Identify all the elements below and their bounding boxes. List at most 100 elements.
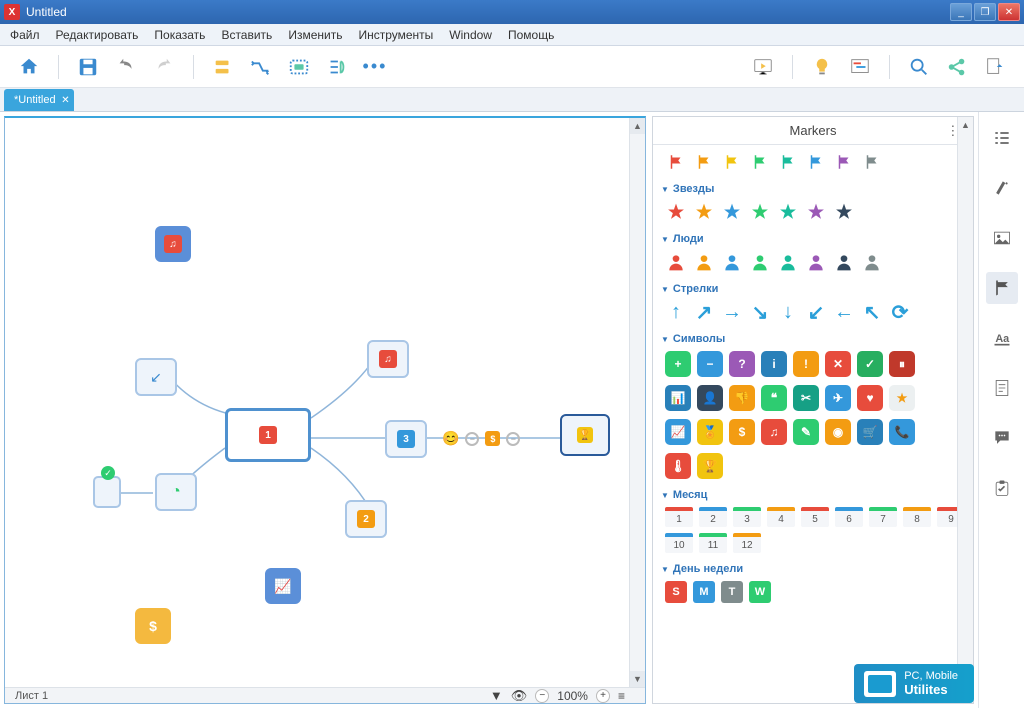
floating-dollar[interactable]: $ [135,608,171,644]
marker-item[interactable] [777,151,799,173]
marker-item[interactable] [749,151,771,173]
marker-item[interactable]: ✎ [793,419,819,445]
menu-modify[interactable]: Изменить [280,25,350,45]
floating-music[interactable]: ♫ [155,226,191,262]
filter-icon[interactable]: ▼ [490,688,503,703]
marker-item[interactable]: ✈ [825,385,851,411]
marker-item[interactable]: 👎 [729,385,755,411]
image-icon[interactable] [986,222,1018,254]
marker-item[interactable]: ◉ [825,419,851,445]
subtopic-pie[interactable]: ◔ [155,473,197,511]
group-header-stars[interactable]: Звезды [661,179,971,199]
marker-item[interactable] [833,201,855,223]
font-icon[interactable]: Aa [986,322,1018,354]
canvas-area[interactable]: 1 ↙ ♫ 3 2 ◔ ✓ [4,116,646,704]
marker-item[interactable]: ↘ [749,301,771,323]
marker-item[interactable]: ♥ [857,385,883,411]
marker-item[interactable] [721,151,743,173]
document-tab[interactable]: *Untitled ✕ [4,89,74,111]
undo-button[interactable] [109,51,143,83]
zoom-out-button[interactable]: − [535,689,549,703]
panel-scroll-up[interactable]: ▲ [958,117,973,133]
marker-item[interactable] [721,201,743,223]
zoom-in-button[interactable]: + [596,689,610,703]
marker-item[interactable]: 📊 [665,385,691,411]
boundary-button[interactable] [282,51,316,83]
topic-button[interactable] [206,51,240,83]
marker-item[interactable]: ⏸ [889,351,915,377]
marker-item[interactable]: ↓ [777,301,799,323]
marker-item[interactable] [833,251,855,273]
menu-file[interactable]: Файл [2,25,48,45]
marker-item[interactable]: 🛒 [857,419,883,445]
group-header-symbols[interactable]: Символы [661,329,971,349]
menu-window[interactable]: Window [441,25,500,45]
task-icon[interactable] [986,472,1018,504]
home-button[interactable] [12,51,46,83]
marker-item[interactable]: ↗ [693,301,715,323]
marker-item[interactable]: ⟳ [889,301,911,323]
menu-insert[interactable]: Вставить [213,25,280,45]
marker-item[interactable] [749,201,771,223]
notes-icon[interactable] [986,372,1018,404]
vertical-scrollbar[interactable]: ▲ ▼ [629,118,645,703]
marker-item[interactable] [665,251,687,273]
subtopic-3[interactable]: 3 [385,420,427,458]
central-topic[interactable]: 1 [225,408,311,462]
marker-item[interactable]: ★ [889,385,915,411]
marker-item[interactable] [833,151,855,173]
menu-edit[interactable]: Редактировать [48,25,147,45]
marker-item[interactable]: 🏆 [697,453,723,479]
month-3[interactable]: 3 [733,507,761,527]
marker-item[interactable]: ← [833,301,855,323]
month-12[interactable]: 12 [733,533,761,553]
marker-item[interactable]: − [697,351,723,377]
marker-item[interactable]: 📞 [889,419,915,445]
summary-button[interactable] [320,51,354,83]
marker-item[interactable] [693,201,715,223]
marker-item[interactable]: ? [729,351,755,377]
group-header-month[interactable]: Месяц [661,485,971,505]
gantt-button[interactable] [843,51,877,83]
marker-item[interactable] [861,251,883,273]
menu-help[interactable]: Помощь [500,25,562,45]
month-10[interactable]: 10 [665,533,693,553]
marker-item[interactable] [777,201,799,223]
marker-item[interactable]: T [721,581,743,603]
scroll-down-icon[interactable]: ▼ [630,671,645,687]
floating-chart[interactable]: 📈 [265,568,301,604]
month-7[interactable]: 7 [869,507,897,527]
month-2[interactable]: 2 [699,507,727,527]
marker-item[interactable] [777,251,799,273]
marker-item[interactable]: M [693,581,715,603]
month-6[interactable]: 6 [835,507,863,527]
marker-item[interactable]: ✓ [857,351,883,377]
marker-item[interactable]: 📈 [665,419,691,445]
month-1[interactable]: 1 [665,507,693,527]
marker-item[interactable]: ↙ [805,301,827,323]
marker-item[interactable]: ❝ [761,385,787,411]
scroll-up-icon[interactable]: ▲ [630,118,645,134]
redo-button[interactable] [147,51,181,83]
idea-button[interactable] [805,51,839,83]
minimize-button[interactable]: _ [950,3,972,21]
month-8[interactable]: 8 [903,507,931,527]
marker-item[interactable] [805,151,827,173]
marker-item[interactable]: ✕ [825,351,851,377]
marker-item[interactable] [665,201,687,223]
tab-close-icon[interactable]: ✕ [61,95,69,106]
panel-scrollbar[interactable]: ▲ ▼ [957,117,973,703]
comments-icon[interactable] [986,422,1018,454]
marker-item[interactable]: ✂ [793,385,819,411]
close-button[interactable]: ✕ [998,3,1020,21]
group-header-arrows[interactable]: Стрелки [661,279,971,299]
relationship-button[interactable] [244,51,278,83]
marker-item[interactable]: ♫ [761,419,787,445]
eye-icon[interactable]: 👁 [511,688,528,704]
marker-item[interactable]: i [761,351,787,377]
subtopic-2[interactable]: 2 [345,500,387,538]
subtopic-music[interactable]: ♫ [367,340,409,378]
marker-item[interactable] [693,251,715,273]
boundary-right-selected[interactable]: 🏆 [560,414,610,456]
group-header-people[interactable]: Люди [661,229,971,249]
